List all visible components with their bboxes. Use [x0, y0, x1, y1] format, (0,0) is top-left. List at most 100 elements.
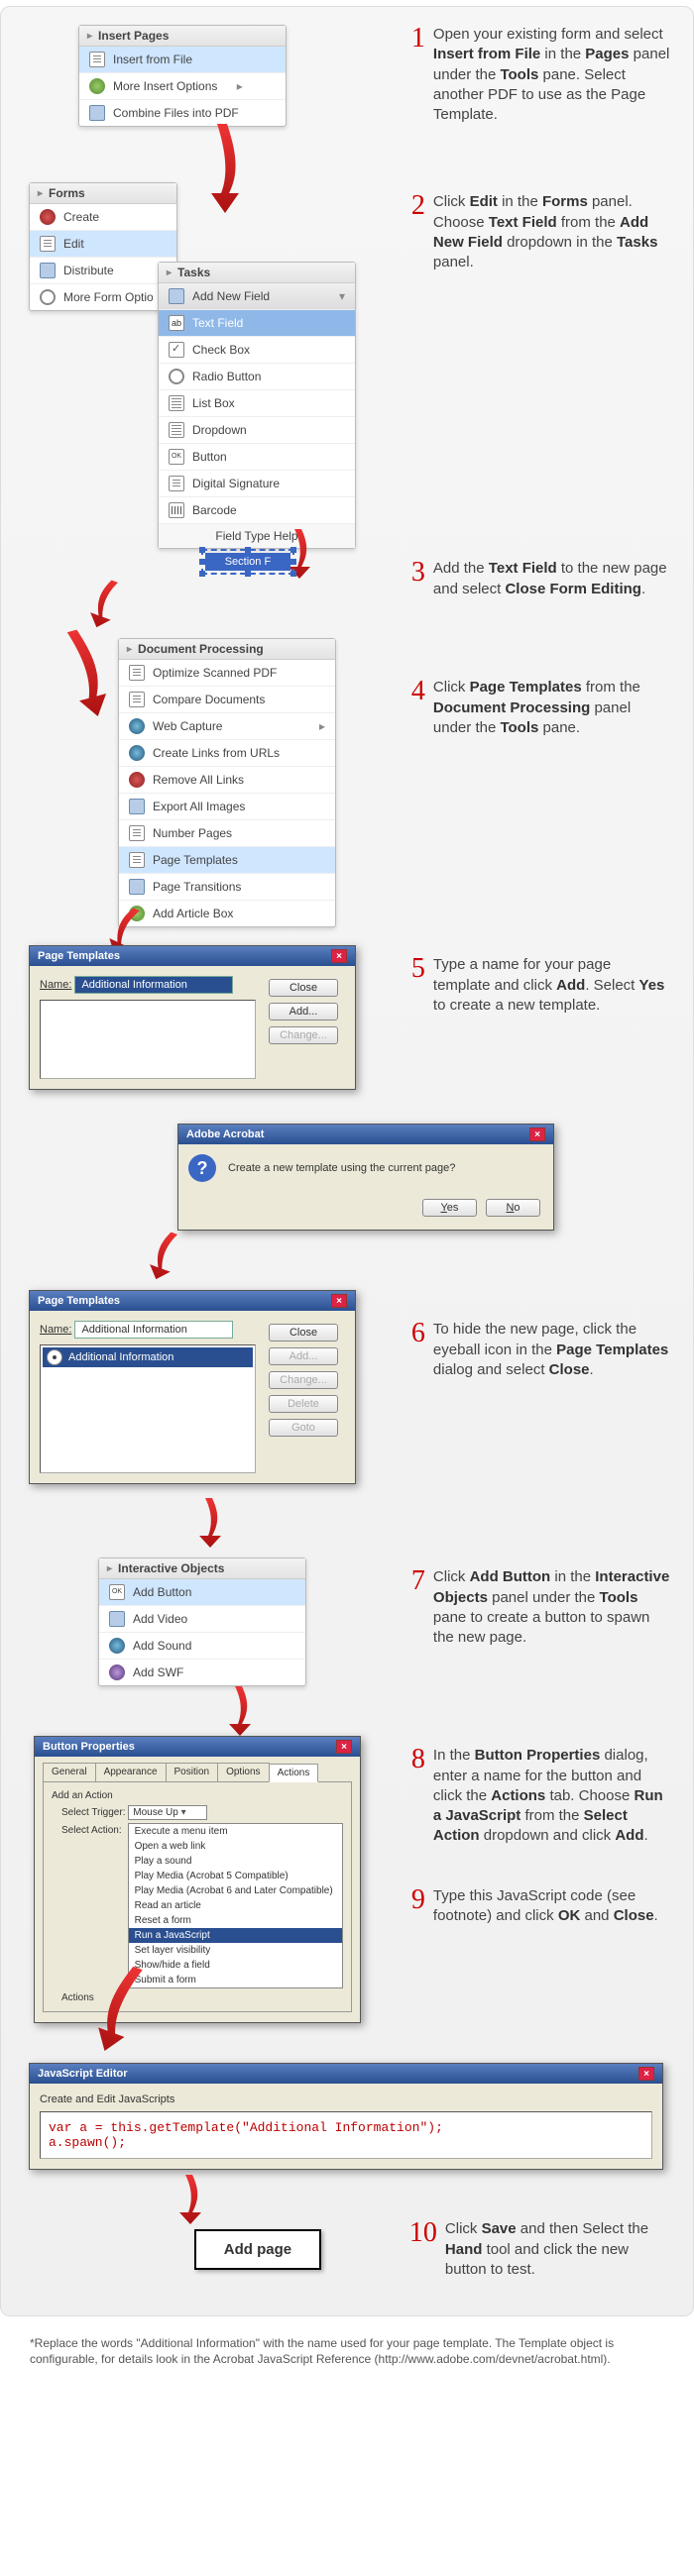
step-number: 7: [398, 1567, 425, 1595]
gear-icon: [40, 289, 56, 305]
trigger-select[interactable]: Mouse Up: [128, 1805, 207, 1820]
template-list-item[interactable]: Additional Information: [68, 1351, 174, 1363]
dialog-title: JavaScript Editor×: [30, 2064, 662, 2084]
tab-appearance[interactable]: Appearance: [95, 1763, 167, 1781]
field-text-field[interactable]: Text Field: [159, 310, 355, 337]
combine-files-item[interactable]: Combine Files into PDF: [79, 100, 286, 126]
close-icon[interactable]: ×: [529, 1127, 545, 1141]
step-2: 2 Click Edit in the Forms panel. Choose …: [398, 192, 671, 272]
dp-optimize[interactable]: Optimize Scanned PDF: [119, 660, 335, 687]
field-barcode[interactable]: Barcode: [159, 497, 355, 524]
step-5: 5 Type a name for your page template and…: [398, 955, 671, 1016]
step-number: 8: [398, 1746, 425, 1773]
add-swf-item[interactable]: Add SWF: [99, 1660, 305, 1685]
dp-createlinks[interactable]: Create Links from URLs: [119, 740, 335, 767]
step-text: In the Button Properties dialog, enter a…: [433, 1746, 671, 1846]
page-templates-dialog: Page Templates× Name: Additional Informa…: [29, 945, 356, 1090]
close-icon[interactable]: ×: [336, 1740, 352, 1754]
no-button[interactable]: No: [486, 1199, 540, 1217]
dp-webcapture[interactable]: Web Capture ▸: [119, 713, 335, 740]
dp-exportimages[interactable]: Export All Images: [119, 794, 335, 820]
interactive-objects-panel: Interactive Objects Add Button Add Video…: [98, 1557, 306, 1686]
tab-actions[interactable]: Actions: [269, 1764, 319, 1782]
close-icon[interactable]: ×: [331, 949, 347, 963]
yes-button[interactable]: Yes: [422, 1199, 477, 1217]
document-processing-panel: Document Processing Optimize Scanned PDF…: [118, 638, 336, 927]
optimize-icon: [129, 665, 145, 681]
article-icon: [129, 906, 145, 921]
dp-addarticle[interactable]: Add Article Box: [119, 901, 335, 926]
combine-icon: [89, 105, 105, 121]
step-10: 10 Click Save and then Select the Hand t…: [398, 2219, 671, 2280]
form-field-selection[interactable]: Section F: [201, 549, 294, 575]
field-button[interactable]: Button: [159, 444, 355, 471]
change-button: Change...: [269, 1371, 338, 1389]
eyeball-icon[interactable]: [47, 1349, 62, 1365]
step-text: Add the Text Field to the new page and s…: [433, 559, 671, 599]
tab-general[interactable]: General: [43, 1763, 96, 1781]
template-name-input[interactable]: Additional Information: [74, 1321, 233, 1339]
actions-section-label: Actions: [61, 1992, 343, 2003]
create-icon: [40, 209, 56, 225]
tab-position[interactable]: Position: [166, 1763, 219, 1781]
action-select-list[interactable]: Execute a menu item Open a web link Play…: [128, 1823, 343, 1988]
template-icon: [129, 852, 145, 868]
dialog-title: Page Templates×: [30, 1291, 355, 1311]
more-insert-options-item[interactable]: More Insert Options ▸: [79, 73, 286, 100]
step-number: 10: [398, 2219, 437, 2247]
field-digital-signature[interactable]: Digital Signature: [159, 471, 355, 497]
removelinks-icon: [129, 772, 145, 788]
sig-icon: [169, 476, 184, 491]
dp-compare[interactable]: Compare Documents: [119, 687, 335, 713]
insert-from-file-item[interactable]: Insert from File: [79, 47, 286, 73]
listbox-icon: [169, 395, 184, 411]
dialog-title: Button Properties×: [35, 1737, 360, 1757]
page-templates-dialog-2: Page Templates× Name: Additional Informa…: [29, 1290, 356, 1484]
template-name-input[interactable]: Additional Information: [74, 976, 233, 994]
close-icon[interactable]: ×: [638, 2067, 654, 2081]
step-text: Click Save and then Select the Hand tool…: [445, 2219, 671, 2280]
web-icon: [129, 718, 145, 734]
forms-edit-item[interactable]: Edit: [30, 231, 176, 258]
add-button-item[interactable]: Add Button: [99, 1579, 305, 1606]
js-code-input[interactable]: var a = this.getTemplate("Additional Inf…: [40, 2111, 652, 2159]
action-label: Select Action:: [61, 1823, 122, 1836]
close-button[interactable]: Close: [269, 979, 338, 997]
add-video-item[interactable]: Add Video: [99, 1606, 305, 1633]
add-new-field-row[interactable]: Add New Field▾: [159, 283, 355, 310]
dp-pagetransitions[interactable]: Page Transitions: [119, 874, 335, 901]
footnote: *Replace the words "Additional Informati…: [0, 2326, 694, 2377]
field-radio-button[interactable]: Radio Button: [159, 364, 355, 390]
text-field-label: Section F: [205, 553, 290, 571]
panel-title: Tasks: [159, 263, 355, 283]
javascript-editor-dialog: JavaScript Editor× Create and Edit JavaS…: [29, 2063, 663, 2170]
step-number: 2: [398, 192, 425, 220]
add-sound-item[interactable]: Add Sound: [99, 1633, 305, 1660]
forms-more-item[interactable]: More Form Options: [30, 284, 176, 310]
close-button[interactable]: Close: [269, 1324, 338, 1342]
button-icon: [169, 449, 184, 465]
field-dropdown[interactable]: Dropdown: [159, 417, 355, 444]
forms-distribute-item[interactable]: Distribute: [30, 258, 176, 284]
close-icon[interactable]: ×: [331, 1294, 347, 1308]
distribute-icon: [40, 263, 56, 278]
dp-removelinks[interactable]: Remove All Links: [119, 767, 335, 794]
name-label: Name:: [40, 1324, 71, 1336]
tab-strip: General Appearance Position Options Acti…: [43, 1763, 352, 1782]
field-check-box[interactable]: Check Box: [159, 337, 355, 364]
radio-icon: [169, 369, 184, 384]
step-text: Open your existing form and select Inser…: [433, 25, 671, 125]
templates-list[interactable]: [40, 1000, 256, 1079]
field-list-box[interactable]: List Box: [159, 390, 355, 417]
tab-options[interactable]: Options: [217, 1763, 269, 1781]
add-button: Add...: [269, 1347, 338, 1365]
field-type-help[interactable]: Field Type Help: [159, 524, 355, 548]
step-7: 7 Click Add Button in the Interactive Ob…: [398, 1567, 671, 1648]
dp-numberpages[interactable]: Number Pages: [119, 820, 335, 847]
add-page-button[interactable]: Add page: [194, 2229, 321, 2270]
forms-create-item[interactable]: Create: [30, 204, 176, 231]
dp-pagetemplates[interactable]: Page Templates: [119, 847, 335, 874]
add-button[interactable]: Add...: [269, 1003, 338, 1020]
templates-list[interactable]: Additional Information: [40, 1344, 256, 1473]
step-6: 6 To hide the new page, click the eyebal…: [398, 1320, 671, 1380]
